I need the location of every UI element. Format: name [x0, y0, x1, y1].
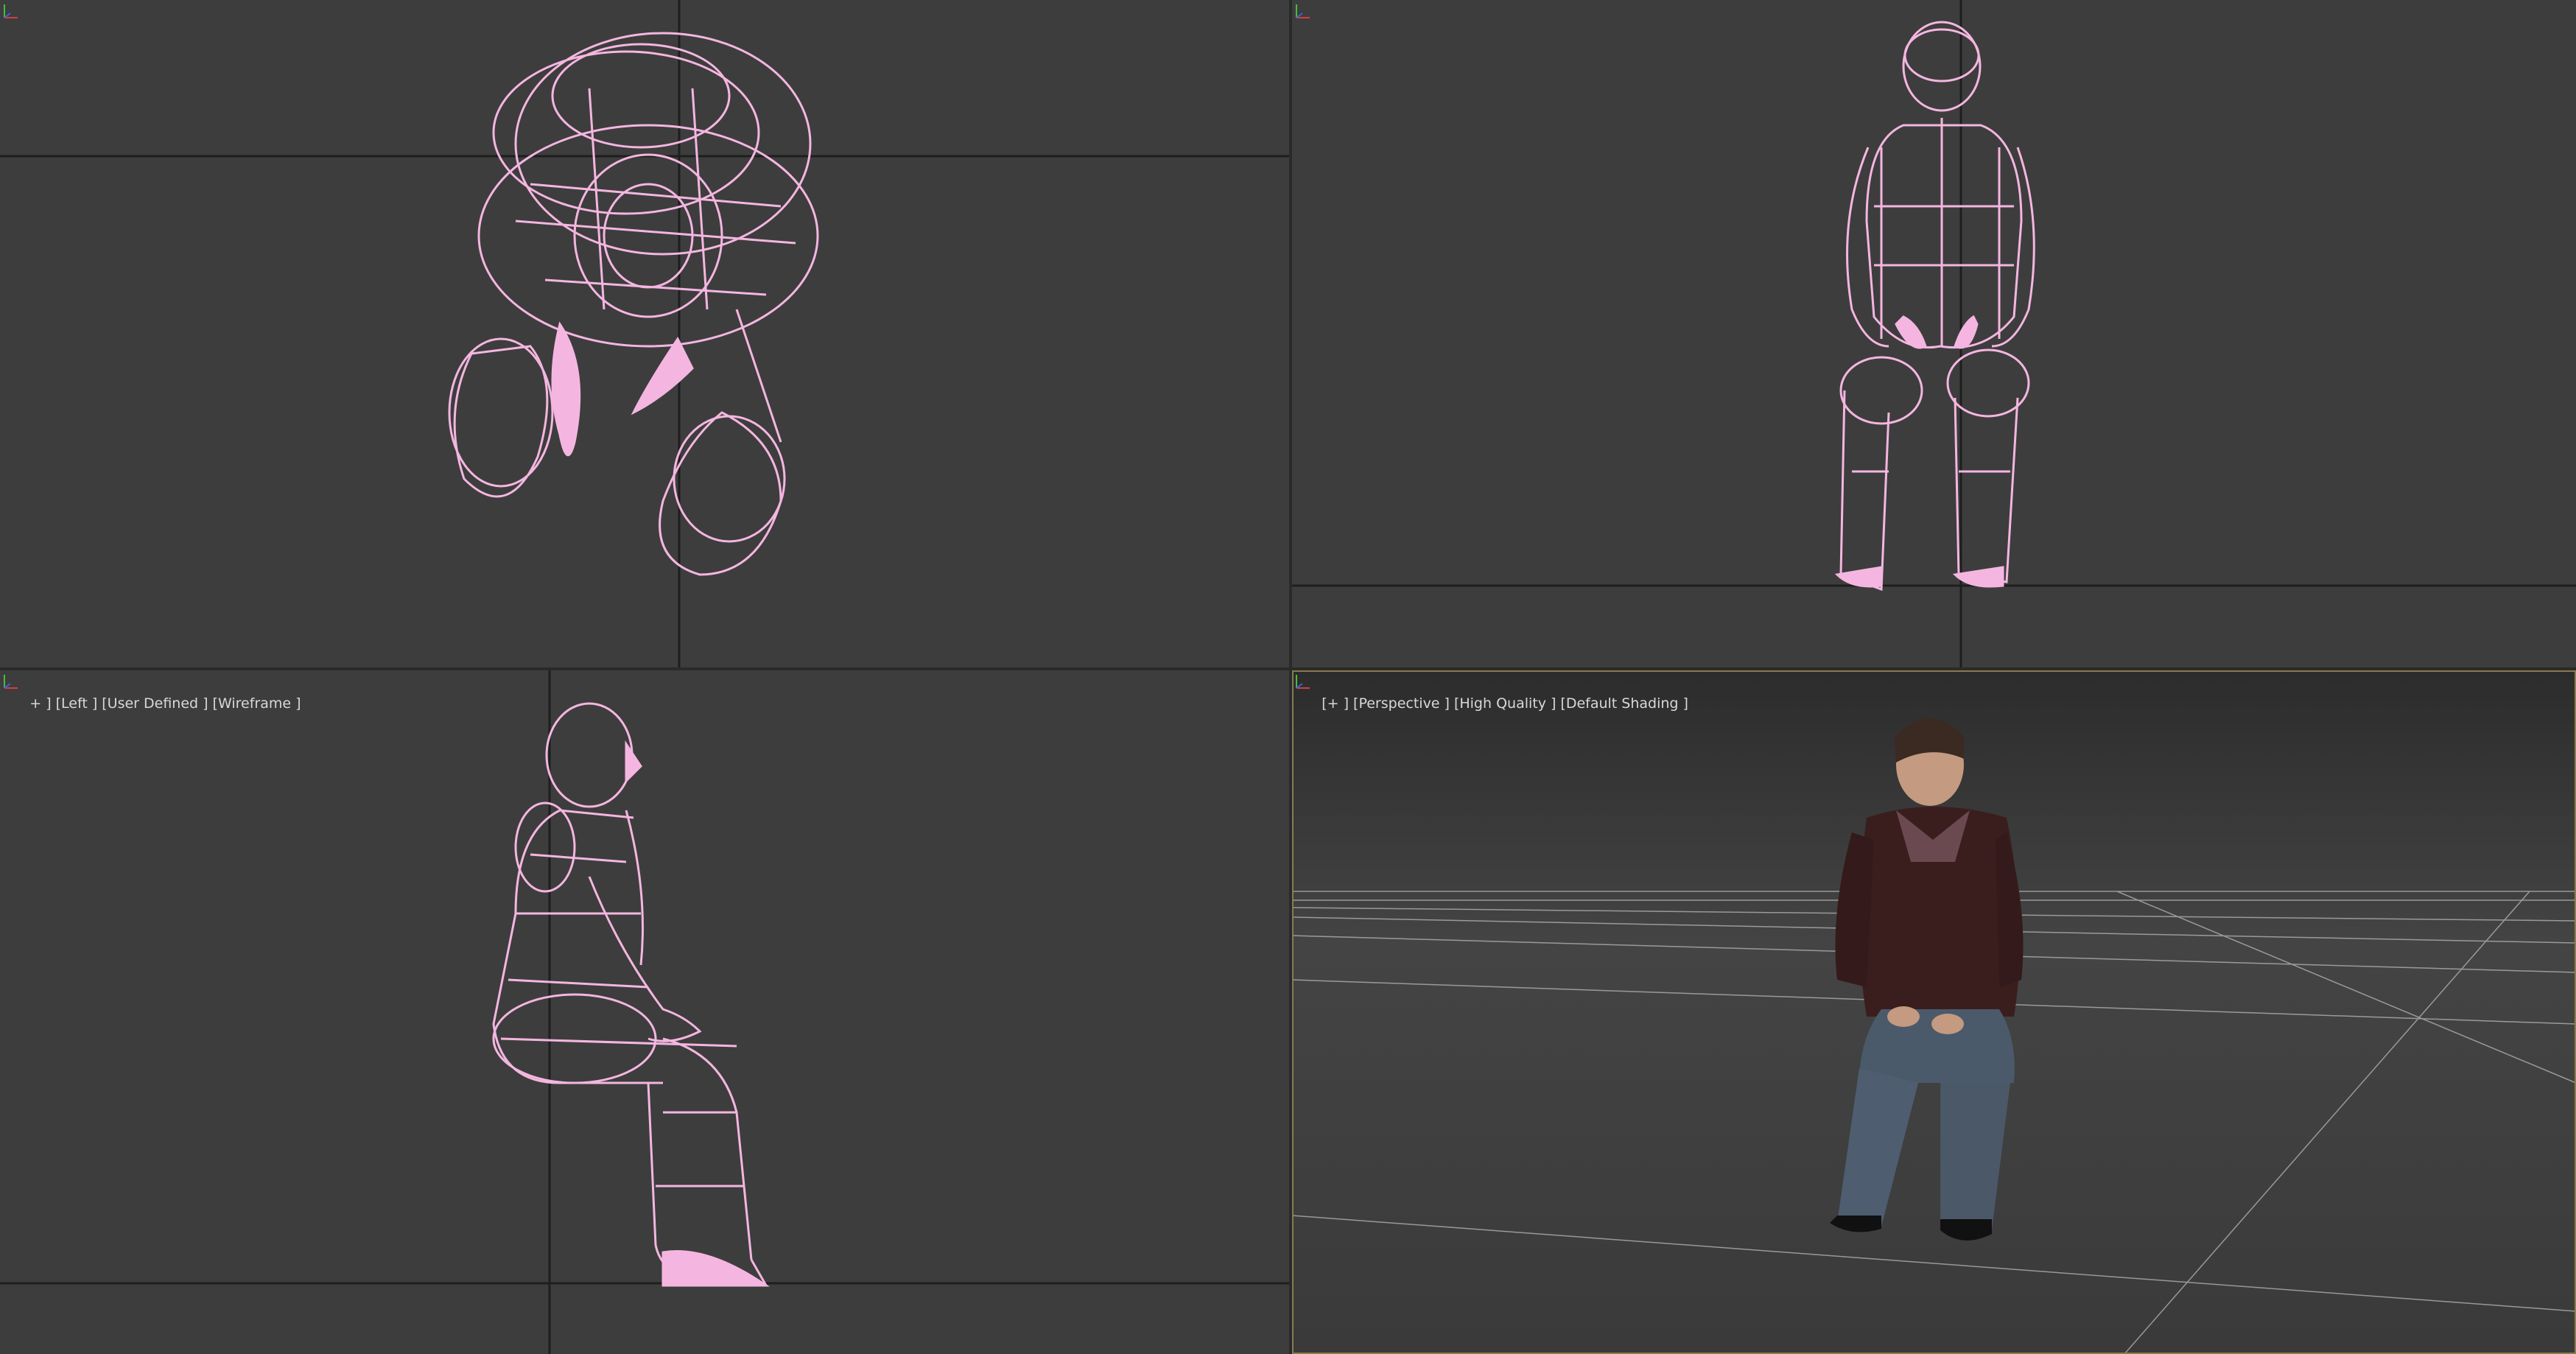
viewport-top[interactable]: [0, 0, 1289, 667]
viewport-render-quality-label[interactable]: [High Quality ]: [1454, 695, 1556, 712]
viewport-shading-label[interactable]: [Wireframe ]: [213, 695, 301, 712]
axis-tripod-icon: [4, 4, 18, 18]
viewport-left[interactable]: + ] [Left ] [User Defined ] [Wireframe ]: [0, 670, 1289, 1354]
viewport-front[interactable]: [1292, 0, 2576, 667]
viewport-menu-toggle[interactable]: + ]: [29, 695, 51, 712]
textured-character-figure: [1830, 718, 2024, 1241]
viewport-view-label[interactable]: [Left ]: [56, 695, 98, 712]
axis-tripod-icon: [4, 675, 18, 689]
viewport-perspective[interactable]: [+ ] [Perspective ] [High Quality ] [Defaul…: [1292, 670, 2576, 1354]
viewport-perspective-canvas: [1292, 718, 2576, 1354]
viewport-view-label[interactable]: [Perspective ]: [1353, 695, 1450, 712]
viewport-left-label: + ] [Left ] [User Defined ] [Wireframe ]: [3, 679, 305, 728]
axis-tripod-icon: [1296, 4, 1310, 18]
viewport-grid: + ] [Left ][User Defined ] [Wireframe ]: [0, 0, 2576, 1354]
viewport-divider-vertical[interactable]: [1289, 0, 1292, 1354]
viewport-render-quality-label[interactable]: [User Defined ]: [102, 695, 208, 712]
wireframe-figure-front: [1834, 21, 2035, 592]
viewport-left-canvas: [0, 670, 1289, 1354]
viewport-menu-toggle[interactable]: [+ ]: [1322, 695, 1349, 712]
axis-tripod-icon: [1296, 675, 1310, 689]
viewport-top-canvas: [0, 0, 1289, 667]
wireframe-figure-top: [448, 32, 819, 576]
viewport-shading-label[interactable]: [Default Shading ]: [1560, 695, 1688, 712]
viewport-divider-horizontal[interactable]: [0, 667, 2576, 670]
viewport-perspective-label: [+ ] [Perspective ] [High Quality ] [Defaul…: [1295, 679, 1693, 728]
viewport-front-canvas: [1292, 0, 2576, 667]
wireframe-figure-left: [492, 702, 770, 1287]
